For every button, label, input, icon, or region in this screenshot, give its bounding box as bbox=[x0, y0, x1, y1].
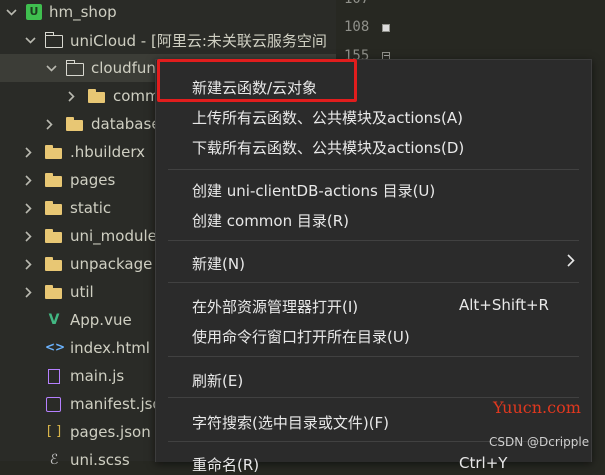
tree-item-label: pages.json bbox=[70, 423, 151, 441]
manifest-file-icon bbox=[46, 396, 61, 412]
chevron-down-icon[interactable] bbox=[46, 64, 60, 72]
chevron-right-icon[interactable] bbox=[25, 174, 39, 186]
menu-item-open-in-explorer[interactable]: 在外部资源管理器打开(I) bbox=[192, 296, 358, 317]
chevron-right-icon[interactable] bbox=[25, 258, 39, 270]
folder-open-icon bbox=[45, 31, 63, 48]
chevron-right-icon[interactable] bbox=[25, 202, 39, 214]
author-watermark: CSDN @Dcripple bbox=[489, 435, 590, 449]
chevron-right-icon bbox=[567, 253, 575, 271]
chevron-down-icon[interactable] bbox=[6, 8, 20, 16]
menu-item-search-text[interactable]: 字符搜索(选中目录或文件)(F) bbox=[192, 412, 389, 433]
tree-item-label: App.vue bbox=[70, 311, 132, 329]
menu-item-create-clientdb-actions[interactable]: 创建 uni-clientDB-actions 目录(U) bbox=[192, 180, 435, 201]
folder-icon bbox=[45, 256, 63, 272]
tree-item-project[interactable]: U hm_shop bbox=[0, 0, 342, 26]
menu-separator bbox=[168, 169, 579, 170]
folder-icon bbox=[45, 284, 63, 300]
tree-item-label: main.js bbox=[70, 367, 125, 385]
line-number: 108 bbox=[344, 19, 370, 35]
folder-icon bbox=[45, 228, 63, 244]
chevron-right-icon[interactable] bbox=[25, 230, 39, 242]
chevron-right-icon[interactable] bbox=[25, 146, 39, 158]
menu-item-new[interactable]: 新建(N) bbox=[192, 253, 245, 274]
folder-icon bbox=[45, 172, 63, 188]
tree-item-label: hm_shop bbox=[49, 3, 117, 21]
folder-icon bbox=[45, 200, 63, 216]
folder-icon bbox=[66, 116, 84, 132]
menu-item-download-all[interactable]: 下载所有云函数、公共模块及actions(D) bbox=[192, 137, 464, 158]
tree-item-unicloud[interactable]: uniCloud - [阿里云:未关联云服务空间 bbox=[0, 26, 361, 54]
folder-open-icon bbox=[66, 59, 84, 76]
json-file-icon: [ ] bbox=[46, 424, 62, 439]
tree-item-label: pages bbox=[70, 171, 116, 189]
line-number: 107 bbox=[344, 0, 369, 7]
tree-item-label: database bbox=[91, 115, 161, 133]
project-icon: U bbox=[26, 4, 42, 20]
site-watermark: Yuucn.com bbox=[493, 398, 581, 417]
scss-file-icon: ℰ bbox=[49, 452, 59, 468]
tree-item-label: .hbuilderx bbox=[70, 143, 146, 161]
vue-file-icon: V bbox=[48, 312, 60, 328]
menu-item-upload-all[interactable]: 上传所有云函数、公共模块及actions(A) bbox=[192, 107, 463, 128]
menu-shortcut-label: Alt+Shift+R bbox=[459, 296, 549, 314]
chevron-down-icon[interactable] bbox=[25, 36, 39, 44]
js-file-icon bbox=[48, 368, 60, 384]
tree-item-label: uni_modules bbox=[70, 227, 165, 245]
tree-item-label: static bbox=[70, 199, 112, 217]
chevron-right-icon[interactable] bbox=[68, 90, 82, 102]
menu-item-new-cloud-function[interactable]: 新建云函数/云对象 bbox=[192, 77, 317, 98]
menu-item-refresh[interactable]: 刷新(E) bbox=[192, 370, 243, 391]
chevron-right-icon[interactable] bbox=[46, 118, 60, 130]
menu-item-create-common[interactable]: 创建 common 目录(R) bbox=[192, 210, 349, 231]
menu-separator bbox=[168, 356, 579, 357]
menu-separator bbox=[168, 282, 579, 283]
tree-item-label: util bbox=[70, 283, 94, 301]
menu-separator bbox=[168, 240, 579, 241]
menu-shortcut-label: Ctrl+Y bbox=[459, 454, 508, 472]
fold-expand-icon[interactable]: + bbox=[382, 24, 390, 32]
tree-item-label: uniCloud - [阿里云:未关联云服务空间 bbox=[70, 31, 327, 50]
folder-icon bbox=[45, 144, 63, 160]
chevron-right-icon[interactable] bbox=[25, 286, 39, 298]
menu-item-open-in-terminal[interactable]: 使用命令行窗口打开所在目录(U) bbox=[192, 326, 410, 347]
menu-item-rename[interactable]: 重命名(R) bbox=[192, 454, 259, 475]
html-file-icon: <> bbox=[45, 340, 66, 354]
tree-item-label: index.html bbox=[70, 339, 150, 357]
tree-item-label: uni.scss bbox=[70, 451, 130, 469]
tree-item-label: unpackage bbox=[70, 255, 153, 273]
folder-icon bbox=[88, 88, 106, 104]
